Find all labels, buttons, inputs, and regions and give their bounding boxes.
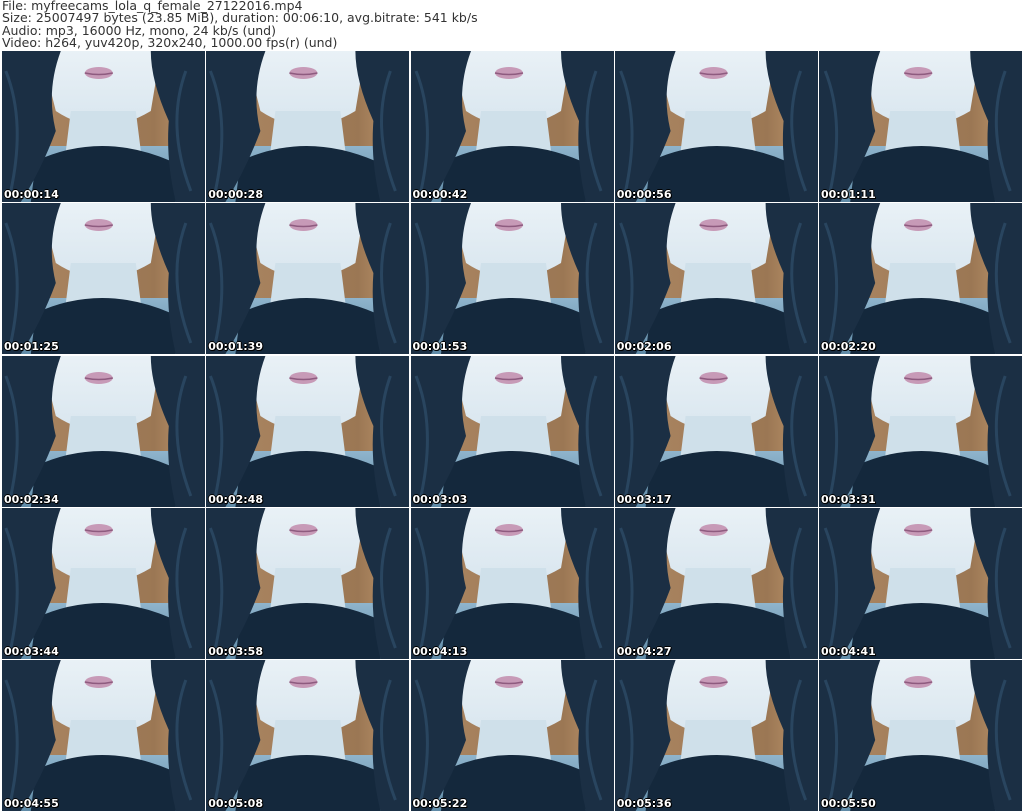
video-frame-image xyxy=(819,355,1022,507)
timestamp-label: 00:04:41 xyxy=(821,644,876,658)
thumbnail: 00:04:55 xyxy=(2,660,205,811)
video-frame-image xyxy=(206,355,410,507)
video-frame-image xyxy=(206,507,410,659)
video-frame-image xyxy=(206,203,410,355)
video-frame-image xyxy=(819,507,1022,659)
thumbnail: 00:03:17 xyxy=(614,355,818,507)
thumbnail: 00:03:44 xyxy=(2,507,205,659)
timestamp-label: 00:05:36 xyxy=(616,797,672,810)
thumbnail: 00:05:50 xyxy=(819,660,1022,811)
video-frame-image xyxy=(410,355,614,507)
video-frame-image xyxy=(2,51,205,202)
video-frame-image xyxy=(2,203,205,355)
timestamp-label: 00:02:34 xyxy=(4,492,59,506)
thumbnail: 00:05:08 xyxy=(206,660,410,811)
thumbnail: 00:00:14 xyxy=(2,51,205,202)
video-frame-image xyxy=(614,355,818,507)
thumbnail: 00:04:13 xyxy=(410,507,614,659)
thumbnail: 00:04:41 xyxy=(819,507,1022,659)
video-frame-image xyxy=(410,660,614,811)
timestamp-label: 00:01:25 xyxy=(4,340,59,354)
thumbnail: 00:01:11 xyxy=(819,51,1022,202)
thumbnail: 00:01:39 xyxy=(206,203,410,355)
thumbnail: 00:00:42 xyxy=(410,51,614,202)
timestamp-label: 00:05:50 xyxy=(821,797,876,810)
thumbnail: 00:01:53 xyxy=(410,203,614,355)
video-frame-image xyxy=(819,203,1022,355)
thumbnail: 00:04:27 xyxy=(614,507,818,659)
video-frame-image xyxy=(2,507,205,659)
thumbnail: 00:02:20 xyxy=(819,203,1022,355)
video-frame-image xyxy=(2,355,205,507)
video-frame-image xyxy=(206,660,410,811)
timestamp-label: 00:03:17 xyxy=(616,492,672,506)
thumbnail: 00:05:22 xyxy=(410,660,614,811)
timestamp-label: 00:00:56 xyxy=(616,188,672,201)
timestamp-label: 00:00:28 xyxy=(208,188,263,201)
video-frame-image xyxy=(819,51,1022,202)
timestamp-label: 00:01:11 xyxy=(821,188,876,201)
video-info-header: File: myfreecams_lola_q_female_27122016.… xyxy=(2,0,1022,50)
video-frame-image xyxy=(614,203,818,355)
thumbnail: 00:03:58 xyxy=(206,507,410,659)
timestamp-label: 00:03:44 xyxy=(4,644,59,658)
timestamp-label: 00:03:31 xyxy=(821,492,876,506)
video-frame-image xyxy=(410,51,614,202)
video-frame-image xyxy=(2,660,205,811)
video-frame-image xyxy=(614,51,818,202)
timestamp-label: 00:04:27 xyxy=(616,644,672,658)
thumbnail: 00:02:06 xyxy=(614,203,818,355)
thumbnail-grid: 00:00:14 00:00:28 00:00:42 00:00:56 00:0… xyxy=(2,51,1022,811)
thumbnail: 00:00:56 xyxy=(614,51,818,202)
video-frame-image xyxy=(819,660,1022,811)
video-frame-image xyxy=(410,507,614,659)
video-frame-image xyxy=(614,507,818,659)
timestamp-label: 00:05:08 xyxy=(208,797,263,810)
timestamp-label: 00:03:58 xyxy=(208,644,263,658)
timestamp-label: 00:01:39 xyxy=(208,340,263,354)
timestamp-label: 00:04:13 xyxy=(412,644,468,658)
timestamp-label: 00:00:42 xyxy=(412,188,468,201)
video-frame-image xyxy=(206,51,410,202)
timestamp-label: 00:02:20 xyxy=(821,340,876,354)
video-frame-image xyxy=(614,660,818,811)
timestamp-label: 00:02:48 xyxy=(208,492,263,506)
timestamp-label: 00:05:22 xyxy=(412,797,468,810)
thumbnail: 00:03:03 xyxy=(410,355,614,507)
thumbnail: 00:02:48 xyxy=(206,355,410,507)
thumbnail: 00:01:25 xyxy=(2,203,205,355)
timestamp-label: 00:02:06 xyxy=(616,340,672,354)
timestamp-label: 00:04:55 xyxy=(4,797,59,810)
timestamp-label: 00:00:14 xyxy=(4,188,59,201)
thumbnail: 00:05:36 xyxy=(614,660,818,811)
timestamp-label: 00:01:53 xyxy=(412,340,468,354)
timestamp-label: 00:03:03 xyxy=(412,492,468,506)
thumbnail: 00:02:34 xyxy=(2,355,205,507)
video-line: Video: h264, yuv420p, 320x240, 1000.00 f… xyxy=(2,35,338,51)
thumbnail: 00:03:31 xyxy=(819,355,1022,507)
thumbnail: 00:00:28 xyxy=(206,51,410,202)
video-frame-image xyxy=(410,203,614,355)
